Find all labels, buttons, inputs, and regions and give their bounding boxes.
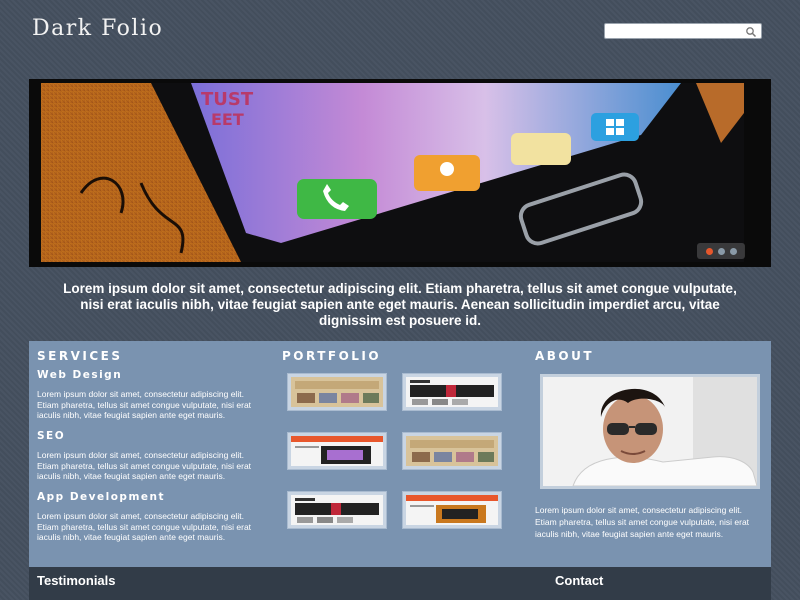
slider-dot-3[interactable] [729,247,737,255]
service-text-app-development: Lorem ipsum dolor sit amet, consectetur … [37,511,252,542]
hero-slider[interactable]: TUST EET [29,79,771,267]
footer-bar: Testimonials Contact [29,567,771,600]
about-title: ABOUT [535,349,595,363]
search-icon[interactable] [745,25,757,38]
about-text: Lorem ipsum dolor sit amet, consectetur … [535,505,750,539]
services-title: SERVICES [37,349,123,363]
service-text-seo: Lorem ipsum dolor sit amet, consectetur … [37,450,252,481]
service-text-web-design: Lorem ipsum dolor sit amet, consectetur … [37,389,252,420]
portfolio-thumb-5[interactable] [287,491,387,529]
intro-text: Lorem ipsum dolor sit amet, consectetur … [63,281,737,328]
portfolio-thumb-3[interactable] [287,432,387,470]
testimonials-title: Testimonials [37,573,116,588]
portfolio-thumb-1[interactable] [287,373,387,411]
search-box[interactable] [604,23,762,42]
content-panel: SERVICES Web Design Lorem ipsum dolor si… [29,341,771,567]
slider-dot-2[interactable] [717,247,725,255]
portfolio-thumb-4[interactable] [402,432,502,470]
portfolio-thumb-2[interactable] [402,373,502,411]
slider-dot-1[interactable] [705,247,713,255]
svg-text:EET: EET [211,110,244,129]
portfolio-title: PORTFOLIO [282,349,382,363]
search-input[interactable] [605,27,743,42]
slider-pagination [697,243,745,259]
contact-title: Contact [555,573,604,588]
about-photo [540,374,760,489]
hero-slide-image: TUST EET [41,83,744,262]
portfolio-thumb-6[interactable] [402,491,502,529]
svg-text:TUST: TUST [201,89,254,110]
site-logo[interactable]: Dark Folio [32,16,163,41]
service-heading-seo: SEO [37,430,66,442]
service-heading-app-development: App Development [37,491,166,503]
service-heading-web-design: Web Design [37,369,123,381]
